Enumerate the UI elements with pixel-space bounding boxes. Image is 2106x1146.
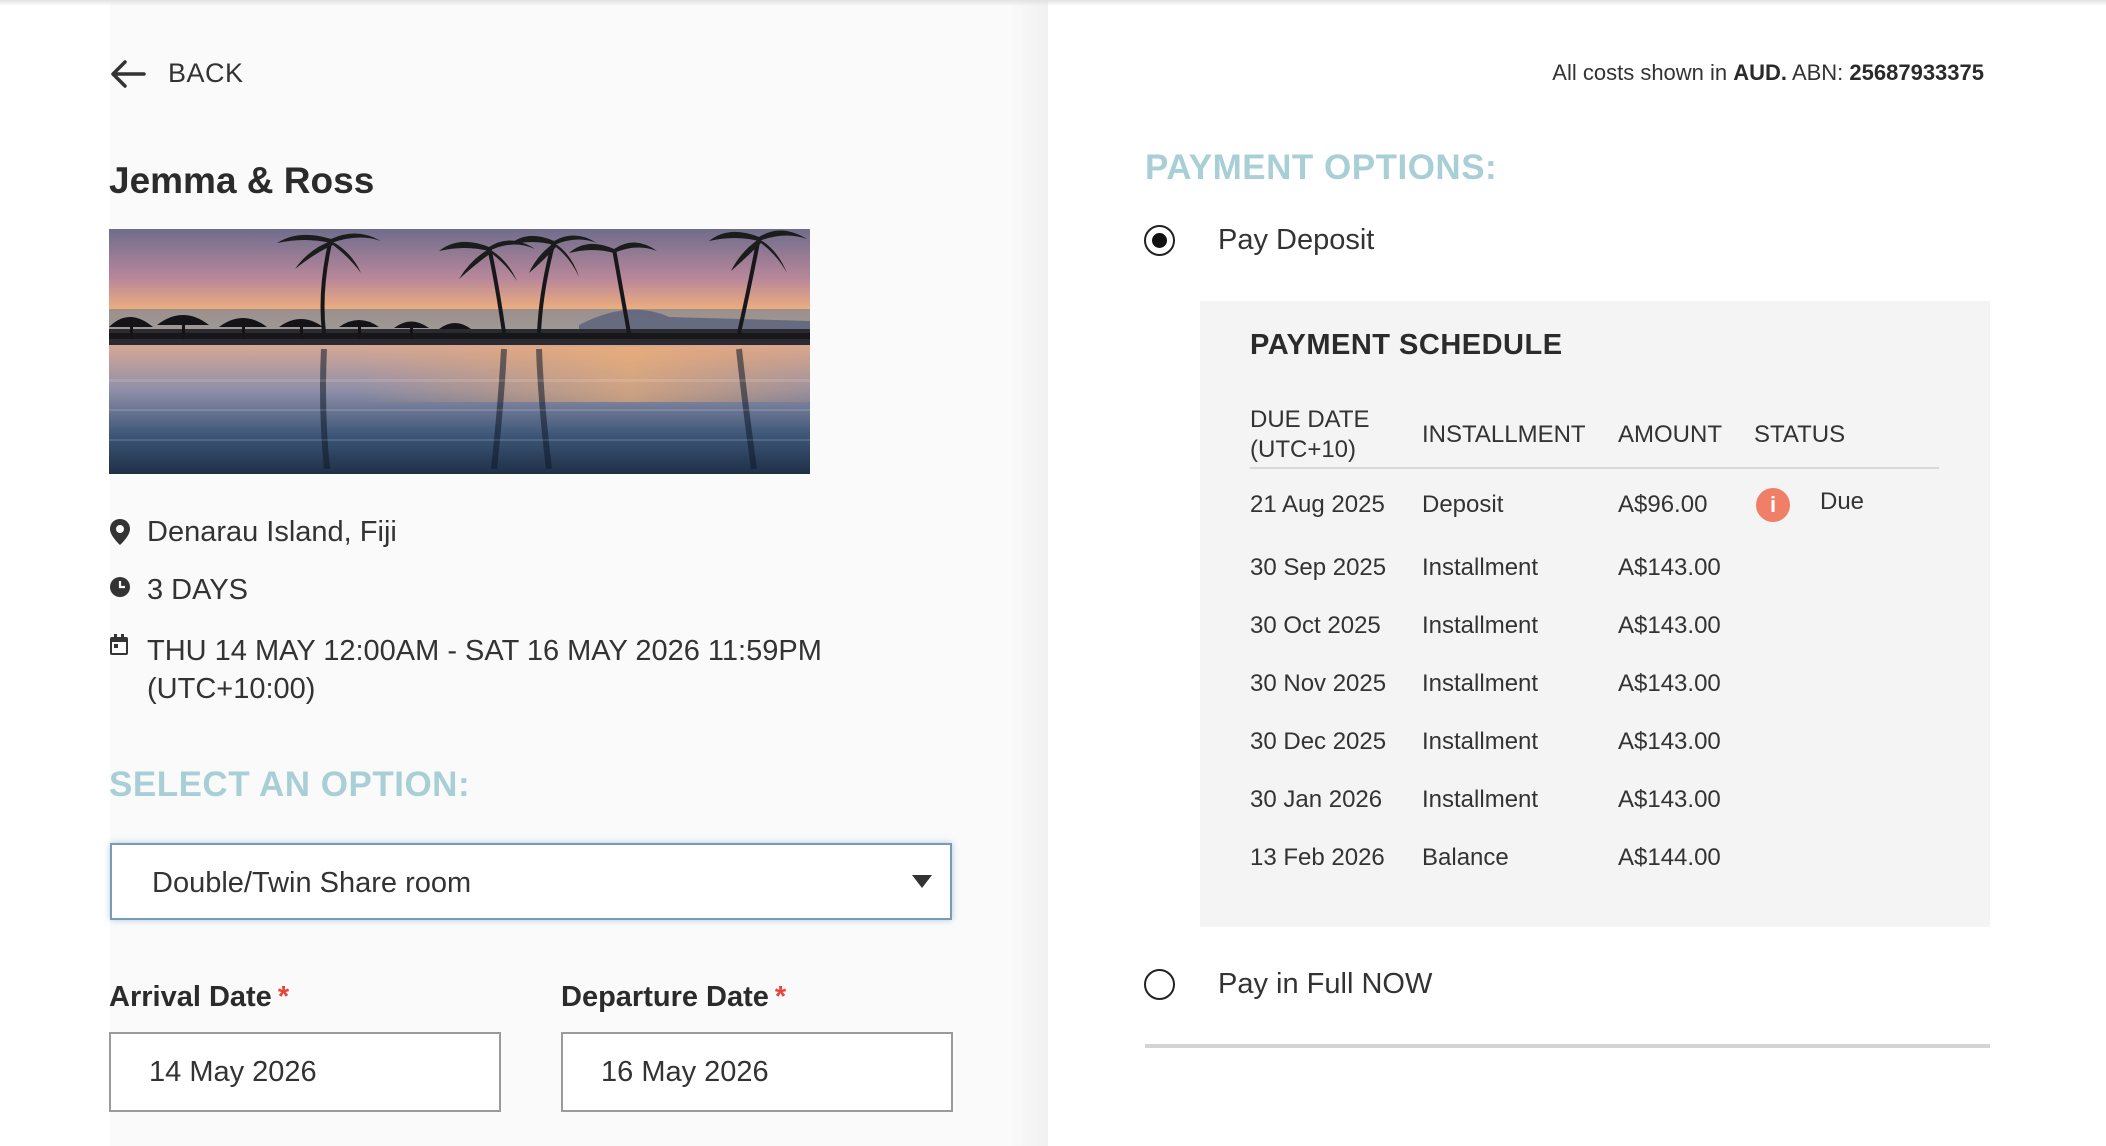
arrival-date-value: 14 May 2026 (149, 1056, 317, 1088)
row-amount: A$143.00 (1618, 728, 1721, 755)
currency-notice: All costs shown in AUD. ABN: 25687933375 (1552, 60, 1984, 86)
row-status: Due (1820, 488, 1865, 515)
chevron-down-icon (912, 875, 932, 888)
payment-options-heading: PAYMENT OPTIONS: (1145, 148, 1498, 187)
row-installment: Installment (1422, 554, 1539, 581)
pane-divider-shadow (1008, 0, 1048, 1146)
map-pin-icon (109, 516, 147, 546)
event-hero-image (109, 229, 810, 474)
row-installment: Deposit (1422, 491, 1504, 518)
row-installment: Balance (1422, 844, 1509, 871)
row-date: 30 Dec 2025 (1250, 728, 1387, 755)
row-amount: A$144.00 (1618, 844, 1721, 871)
arrival-date-input[interactable]: 14 May 2026 (109, 1032, 501, 1112)
row-amount: A$96.00 (1618, 491, 1708, 518)
info-icon[interactable]: i (1756, 488, 1790, 522)
arrow-left-icon (111, 59, 146, 88)
event-location: Denarau Island, Fiji (109, 516, 397, 549)
arrival-date-label-text: Arrival Date (109, 981, 272, 1013)
select-option-heading: SELECT AN OPTION: (109, 765, 471, 804)
clock-icon (109, 574, 147, 598)
duration-text: 3 DAYS (147, 574, 249, 606)
row-installment: Installment (1422, 728, 1539, 755)
header-amount: AMOUNT (1618, 421, 1722, 448)
row-date: 30 Oct 2025 (1250, 612, 1381, 639)
currency-prefix: All costs shown in (1552, 60, 1734, 85)
pay-full-label: Pay in Full NOW (1218, 968, 1433, 1000)
currency-code: AUD. (1733, 60, 1788, 85)
row-date: 30 Jan 2026 (1250, 786, 1383, 813)
datetime-line2: (UTC+10:00) (147, 673, 316, 705)
location-text: Denarau Island, Fiji (147, 516, 397, 548)
pay-deposit-radio[interactable] (1144, 225, 1175, 256)
row-installment: Installment (1422, 670, 1539, 697)
pay-full-radio[interactable] (1144, 969, 1175, 1000)
payment-schedule-panel: PAYMENT SCHEDULE DUE DATE (UTC+10) INSTA… (1200, 301, 1990, 927)
pay-full-option[interactable]: Pay in Full NOW (1144, 968, 1432, 1001)
abn-number: 25687933375 (1849, 60, 1984, 85)
back-label: BACK (168, 58, 244, 88)
row-amount: A$143.00 (1618, 554, 1721, 581)
header-due-date-line1: DUE DATE (1250, 406, 1370, 433)
room-option-select[interactable]: Double/Twin Share room (110, 843, 952, 920)
event-datetime: THU 14 MAY 12:00AM - SAT 16 MAY 2026 11:… (109, 632, 822, 708)
row-date: 30 Nov 2025 (1250, 670, 1387, 697)
header-divider (1250, 467, 1939, 469)
departure-date-label-text: Departure Date (561, 981, 769, 1013)
header-installment: INSTALLMENT (1422, 421, 1586, 448)
row-installment: Installment (1422, 612, 1539, 639)
event-duration: 3 DAYS (109, 574, 248, 607)
row-amount: A$143.00 (1618, 612, 1721, 639)
room-option-value: Double/Twin Share room (152, 867, 472, 899)
abn-label: ABN: (1787, 60, 1850, 85)
row-date: 30 Sep 2025 (1250, 554, 1387, 581)
top-shadow (0, 0, 2106, 6)
departure-date-input[interactable]: 16 May 2026 (561, 1032, 953, 1112)
arrival-date-label: Arrival Date * (109, 981, 289, 1014)
pay-deposit-option[interactable]: Pay Deposit (1144, 224, 1374, 257)
row-date: 13 Feb 2026 (1250, 844, 1385, 871)
required-marker: * (774, 981, 787, 1013)
payment-schedule-title: PAYMENT SCHEDULE (1250, 329, 1563, 361)
back-button[interactable]: BACK (110, 58, 244, 89)
departure-date-value: 16 May 2026 (601, 1056, 769, 1088)
row-installment: Installment (1422, 786, 1539, 813)
departure-date-label: Departure Date * (561, 981, 786, 1014)
required-marker: * (277, 981, 290, 1013)
event-title: Jemma & Ross (109, 160, 375, 201)
header-status: STATUS (1754, 421, 1846, 448)
row-amount: A$143.00 (1618, 670, 1721, 697)
left-gutter (0, 0, 110, 1146)
header-due-date: DUE DATE (UTC+10) (1250, 405, 1370, 465)
calendar-icon (109, 632, 147, 656)
header-due-date-line2: (UTC+10) (1250, 436, 1357, 463)
section-divider (1145, 1044, 1990, 1048)
pay-deposit-label: Pay Deposit (1218, 224, 1375, 256)
datetime-line1: THU 14 MAY 12:00AM - SAT 16 MAY 2026 11:… (147, 635, 822, 667)
row-amount: A$143.00 (1618, 786, 1721, 813)
row-date: 21 Aug 2025 (1250, 491, 1385, 518)
